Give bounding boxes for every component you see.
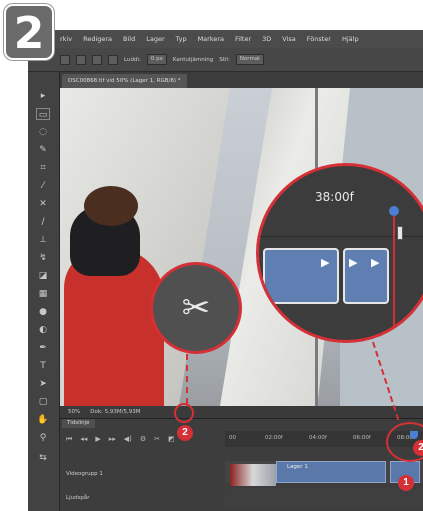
menu-item-filter[interactable]: Filter — [235, 35, 251, 43]
lasso-tool-icon[interactable]: ◌ — [36, 126, 50, 138]
step-number-badge: 2 — [4, 4, 54, 60]
scissors-zoom-callout: ✂ — [150, 262, 242, 354]
feather-input[interactable]: 0 px — [146, 54, 167, 65]
marquee-tool-icon[interactable]: ▭ — [36, 108, 50, 120]
healing-brush-icon[interactable]: ✕ — [36, 198, 50, 210]
ruler-tick: 00 — [229, 435, 236, 441]
go-to-first-frame-icon[interactable]: ⏮ — [66, 435, 72, 444]
new-selection-icon[interactable] — [76, 54, 86, 65]
tools-panel: ▸ ▭ ◌ ✎ ⌗ ⁄ ✕ ∕ ⊥ ↯ ◪ ▦ ● ◐ ✒ T ➤ ▢ ✋ ⚲ … — [28, 72, 60, 511]
split-at-playhead-scissors-icon[interactable]: ✂ — [154, 435, 160, 443]
timeline-tab[interactable]: Tidslinje — [62, 419, 95, 428]
settings-icon[interactable]: ⚙ — [140, 435, 146, 443]
document-size: Dok: 5,93M/5,93M — [90, 409, 141, 415]
eraser-icon[interactable]: ◪ — [36, 270, 50, 282]
history-brush-icon[interactable]: ↯ — [36, 252, 50, 264]
status-bar: 50% Dok: 5,93M/5,93M — [60, 406, 423, 418]
clip-thumbnail — [230, 464, 276, 486]
audio-icon[interactable]: ◀) — [124, 435, 132, 443]
quick-select-icon[interactable]: ✎ — [36, 144, 50, 156]
style-select[interactable]: Normal — [235, 54, 264, 65]
ruler-tick: 02:00f — [265, 435, 283, 441]
zoomed-clip-right: ▶ ▶ — [343, 248, 389, 304]
clip-play-icon: ▶ — [321, 256, 330, 269]
track-label-video[interactable]: Videogrupp 1 — [66, 471, 103, 477]
pen-tool-icon[interactable]: ✒ — [36, 342, 50, 354]
menu-item-archive[interactable]: rkiv — [60, 35, 72, 43]
clip-play-icon: ▶ — [349, 256, 358, 269]
document-tab[interactable]: DSC00868.tif vid 50% (Lager 1, RGB/8) * — [62, 74, 187, 88]
menu-item-type[interactable]: Typ — [176, 35, 187, 43]
move-tool-icon[interactable]: ▸ — [36, 90, 50, 102]
menu-bar: rkiv Redigera Bild Lager Typ Markera Fil… — [28, 30, 423, 48]
menu-item-3d[interactable]: 3D — [262, 35, 271, 43]
hand-tool-icon[interactable]: ✋ — [36, 414, 50, 426]
zoomed-clip-trim-handle — [397, 226, 403, 240]
menu-item-select[interactable]: Markera — [198, 35, 224, 43]
audio-track-row[interactable] — [225, 489, 423, 507]
menu-item-view[interactable]: Visa — [282, 35, 295, 43]
zoomed-clip-left: ▶ — [263, 248, 339, 304]
timeline-controls: ⏮ ◂◂ ▶ ▸▸ ◀) ⚙ ✂ ◩ — [60, 431, 225, 447]
zoom-level[interactable]: 50% — [68, 406, 80, 418]
menu-item-image[interactable]: Bild — [123, 35, 135, 43]
swap-colors-icon[interactable]: ⇆ — [36, 452, 50, 464]
document-tab-bar: DSC00868.tif vid 50% (Lager 1, RGB/8) * — [60, 72, 423, 88]
callout-badge-2: 2 — [177, 425, 193, 441]
play-icon[interactable]: ▶ — [95, 435, 100, 443]
path-select-icon[interactable]: ➤ — [36, 378, 50, 390]
zoom-tool-icon[interactable]: ⚲ — [36, 432, 50, 444]
clip-play-icon: ▶ — [371, 256, 380, 269]
crop-tool-icon[interactable]: ⌗ — [36, 162, 50, 174]
playhead-zoom-callout: 38:00f ▶ ▶ ▶ — [256, 163, 423, 343]
brush-tool-icon[interactable]: ∕ — [36, 216, 50, 228]
type-tool-icon[interactable]: T — [36, 360, 50, 372]
next-frame-icon[interactable]: ▸▸ — [109, 435, 116, 443]
previous-frame-icon[interactable]: ◂◂ — [80, 435, 87, 443]
menu-item-edit[interactable]: Redigera — [83, 35, 112, 43]
video-clip-lager1[interactable]: Lager 1 — [276, 461, 386, 483]
marquee-tool-icon[interactable] — [60, 54, 70, 65]
eyedropper-icon[interactable]: ⁄ — [36, 180, 50, 192]
callout-badge-2-clip: 2 — [413, 440, 423, 456]
callout-badge-1: 1 — [398, 475, 414, 491]
zoomed-timecode: 38:00f — [315, 190, 354, 204]
options-bar: Luddi: 0 px Kantutjämning Stil: Normal — [28, 48, 423, 72]
callout-connector-scissors — [186, 354, 188, 404]
blur-tool-icon[interactable]: ● — [36, 306, 50, 318]
sailor-hair — [84, 186, 138, 226]
feather-label: Luddi: — [124, 56, 141, 63]
ruler-tick: 06:00f — [353, 435, 371, 441]
style-label: Stil: — [219, 56, 230, 63]
menu-item-layer[interactable]: Lager — [146, 35, 164, 43]
antialias-checkbox[interactable]: Kantutjämning — [173, 57, 213, 63]
gradient-tool-icon[interactable]: ▦ — [36, 288, 50, 300]
ruler-tick: 04:00f — [309, 435, 327, 441]
menu-item-window[interactable]: Fönster — [307, 35, 331, 43]
scissors-highlight-circle — [174, 403, 194, 423]
zoomed-playhead-line — [393, 216, 395, 340]
subtract-selection-icon[interactable] — [108, 54, 118, 65]
timeline-panel: Tidslinje ⏮ ◂◂ ▶ ▸▸ ◀) ⚙ ✂ ◩ 00 02:00f 0… — [60, 418, 423, 511]
clone-stamp-icon[interactable]: ⊥ — [36, 234, 50, 246]
scissors-icon: ✂ — [181, 288, 211, 328]
zoomed-playhead-marker — [389, 206, 399, 216]
transition-icon[interactable]: ◩ — [168, 435, 175, 443]
screenshot-canvas: 2 rkiv Redigera Bild Lager Typ Markera F… — [0, 0, 423, 511]
menu-item-help[interactable]: Hjälp — [342, 35, 359, 43]
shape-tool-icon[interactable]: ▢ — [36, 396, 50, 408]
track-label-audio[interactable]: Ljudspår — [66, 495, 90, 501]
dodge-tool-icon[interactable]: ◐ — [36, 324, 50, 336]
add-selection-icon[interactable] — [92, 54, 102, 65]
